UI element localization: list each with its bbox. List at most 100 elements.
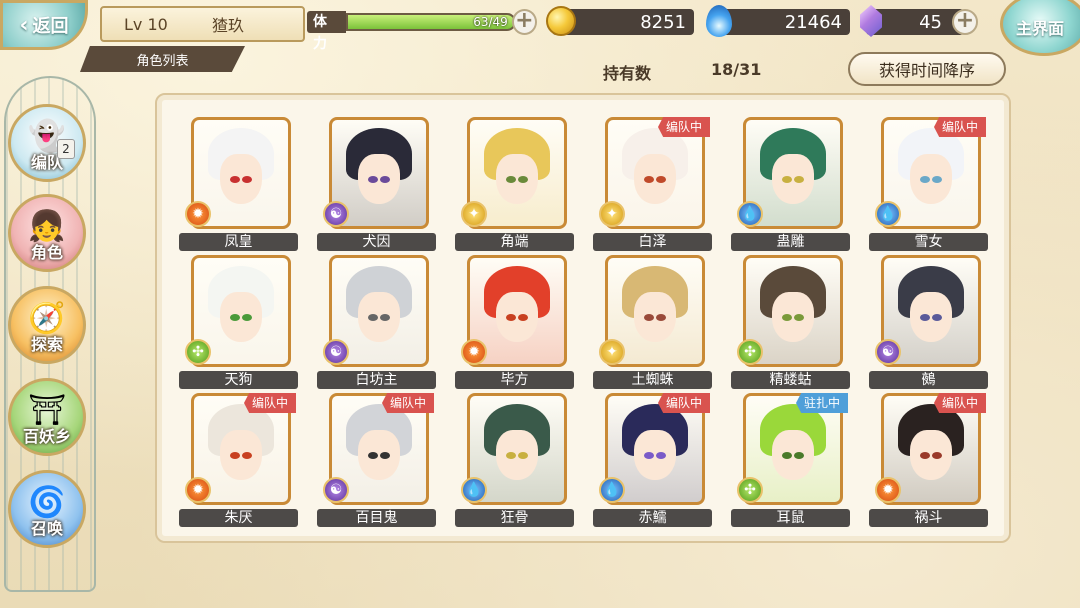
character-card[interactable]: ☯ 白坊主 (317, 255, 442, 393)
back-arrow-icon: ‹ (19, 12, 29, 38)
portrait-face (634, 292, 676, 342)
character-card[interactable]: ✹ 凤皇 (179, 117, 304, 255)
soul-counter: 21464 (706, 5, 850, 37)
character-card[interactable]: ☯ 犬因 (317, 117, 442, 255)
portrait-face (772, 292, 814, 342)
portrait-face (910, 430, 952, 480)
portrait-face (220, 292, 262, 342)
character-card[interactable]: ✦ 角端 (455, 117, 580, 255)
status-badge: 编队中 (657, 393, 710, 413)
portrait-eye (518, 176, 528, 183)
stamina-value: 63/49 (473, 15, 508, 29)
character-name: 白坊主 (317, 371, 436, 389)
nav-village-label: 百妖乡 (22, 427, 71, 446)
team-count-badge: 2 (57, 139, 75, 159)
player-level-plate: Lv 10 猹玖 (100, 6, 305, 42)
gold-value: 8251 (640, 11, 686, 33)
character-card[interactable]: 💧 蛊雕 (731, 117, 856, 255)
character-card[interactable]: ✹ 编队中 朱厌 (179, 393, 304, 531)
water-element-icon: 💧 (737, 201, 763, 227)
portrait-face (910, 154, 952, 204)
gold-coin-icon (546, 6, 576, 36)
gem-add-button[interactable]: + (952, 9, 978, 35)
portrait-eye (230, 176, 240, 183)
character-card[interactable]: ☯ 鵺 (869, 255, 994, 393)
character-card[interactable]: 💧 编队中 雪女 (869, 117, 994, 255)
portrait-eye (368, 176, 378, 183)
portrait-eye (794, 452, 804, 459)
character-name: 角端 (455, 233, 574, 251)
character-card[interactable]: ✹ 毕方 (455, 255, 580, 393)
water-element-icon: 💧 (461, 477, 487, 503)
character-name: 朱厌 (179, 509, 298, 527)
status-badge: 编队中 (657, 117, 710, 137)
portrait-face (220, 430, 262, 480)
portrait-eye (782, 314, 792, 321)
portrait-face (772, 154, 814, 204)
character-name: 狂骨 (455, 509, 574, 527)
character-card[interactable]: ✦ 土蜘蛛 (593, 255, 718, 393)
fire-element-icon: ✹ (875, 477, 901, 503)
status-badge: 驻扎中 (795, 393, 848, 413)
character-name: 蛊雕 (731, 233, 850, 251)
character-card[interactable]: ✣ 精蝼蛄 (731, 255, 856, 393)
nav-team[interactable]: 👻 2 编队 (8, 104, 86, 182)
character-grid-panel: ✹ 凤皇 ☯ 犬因 ✦ 角端 ✦ 编队中 白泽 💧 蛊雕 💧 编队中 雪女 ✣ 天狗 ☯ 白坊主 ✹ 毕方 ✦ 土蜘蛛 ✣ 精… (155, 93, 1011, 543)
stamina-bar: 体力 63/49 + (307, 9, 537, 52)
wind-element-icon: ✣ (737, 339, 763, 365)
sun-element-icon: ✦ (599, 201, 625, 227)
character-name: 百目鬼 (317, 509, 436, 527)
portrait-eye (794, 176, 804, 183)
portrait-eye (644, 452, 654, 459)
nav-character-label: 角色 (30, 243, 63, 262)
status-badge: 编队中 (243, 393, 296, 413)
portrait-eye (644, 314, 654, 321)
portrait-eye (656, 176, 666, 183)
portrait-eye (230, 314, 240, 321)
portrait-eye (380, 176, 390, 183)
fire-element-icon: ✹ (185, 201, 211, 227)
portrait-eye (380, 452, 390, 459)
yin-element-icon: ☯ (875, 339, 901, 365)
nav-character[interactable]: 👧 角色 (8, 194, 86, 272)
portrait-face (496, 292, 538, 342)
character-card[interactable]: 💧 狂骨 (455, 393, 580, 531)
water-element-icon: 💧 (599, 477, 625, 503)
character-card[interactable]: ✣ 驻扎中 耳鼠 (731, 393, 856, 531)
portrait-eye (380, 314, 390, 321)
main-menu-label: 主界面 (1015, 19, 1064, 38)
stamina-add-button[interactable]: + (511, 9, 537, 35)
gem-counter: 45 (860, 5, 964, 37)
character-card[interactable]: 💧 编队中 赤鱬 (593, 393, 718, 531)
nav-explore[interactable]: 🧭 探索 (8, 286, 86, 364)
character-card[interactable]: ☯ 编队中 百目鬼 (317, 393, 442, 531)
soul-value: 21464 (784, 11, 842, 33)
yin-element-icon: ☯ (323, 201, 349, 227)
portrait-eye (920, 314, 930, 321)
fire-element-icon: ✹ (461, 339, 487, 365)
character-card[interactable]: ✣ 天狗 (179, 255, 304, 393)
nav-village[interactable]: ⛩ 百妖乡 (8, 378, 86, 456)
stamina-label: 体力 (307, 11, 346, 52)
portrait-face (634, 430, 676, 480)
portrait-eye (230, 452, 240, 459)
wind-element-icon: ✣ (185, 339, 211, 365)
character-card[interactable]: ✹ 编队中 祸斗 (869, 393, 994, 531)
portrait-eye (932, 176, 942, 183)
yin-element-icon: ☯ (323, 477, 349, 503)
portrait-eye (644, 176, 654, 183)
sort-button[interactable]: 获得时间降序 (848, 52, 1006, 86)
status-badge: 编队中 (933, 393, 986, 413)
holdings-count: 18/31 (711, 60, 762, 79)
player-level: Lv 10 (124, 14, 168, 34)
character-name: 耳鼠 (731, 509, 850, 527)
character-name: 天狗 (179, 371, 298, 389)
portrait-face (496, 430, 538, 480)
nav-summon[interactable]: 🌀 召唤 (8, 470, 86, 548)
portrait-eye (656, 452, 666, 459)
portrait-face (496, 154, 538, 204)
character-card[interactable]: ✦ 编队中 白泽 (593, 117, 718, 255)
portrait-eye (506, 176, 516, 183)
yin-element-icon: ☯ (323, 339, 349, 365)
portrait-eye (368, 452, 378, 459)
